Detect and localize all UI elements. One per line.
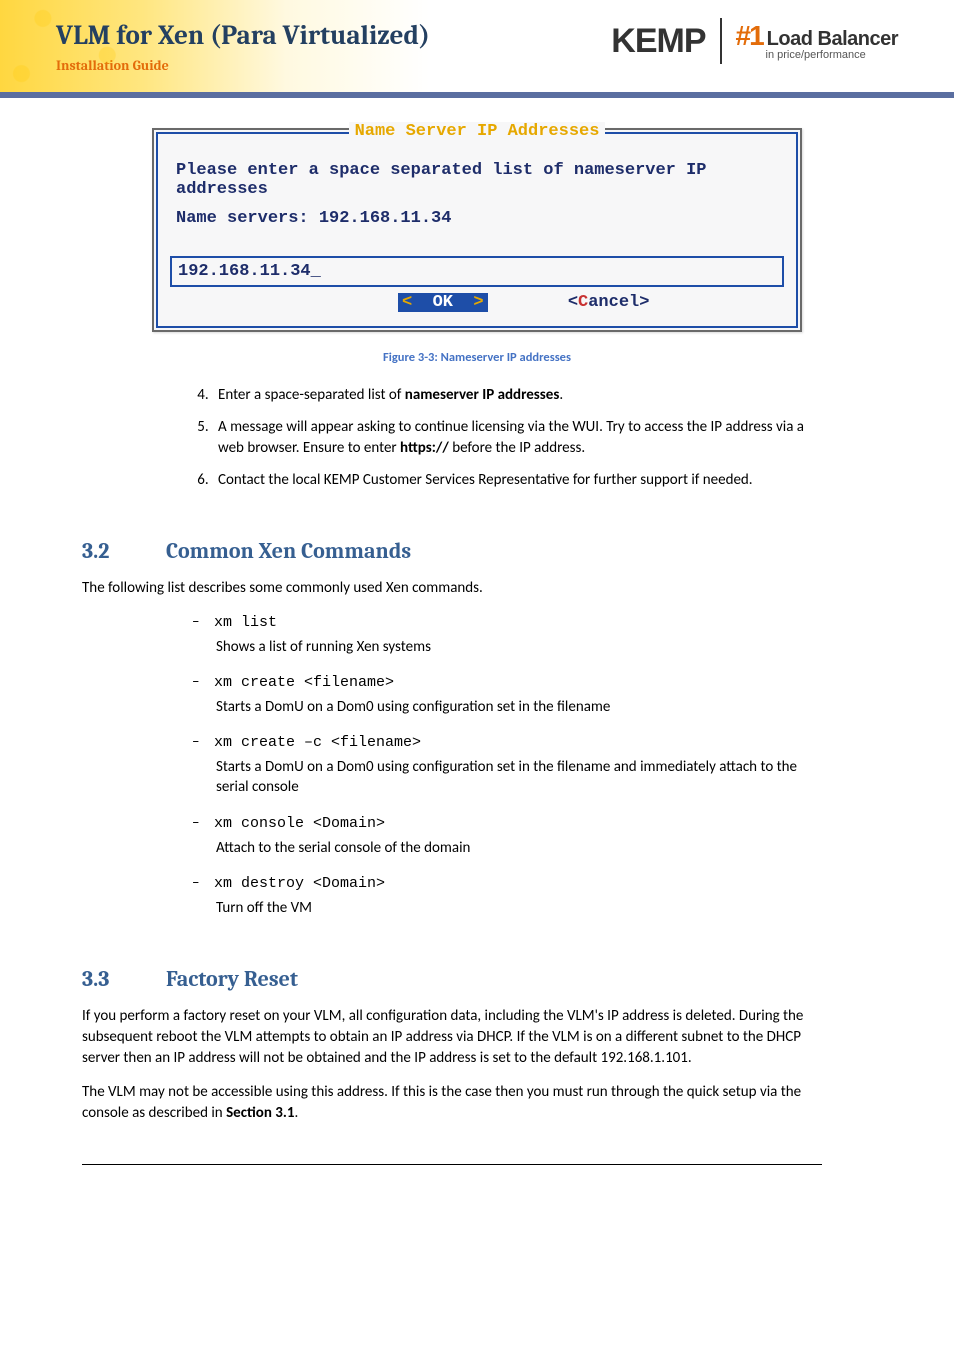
footer-rule xyxy=(82,1164,822,1165)
terminal-prompt: Please enter a space separated list of n… xyxy=(176,161,778,199)
terminal-label: Name servers: 192.168.11.34 xyxy=(176,209,778,228)
step-item: Contact the local KEMP Customer Services… xyxy=(212,470,822,490)
list-dash: – xyxy=(192,814,214,832)
command-item: –xm create <filename> Starts a DomU on a … xyxy=(192,673,822,717)
command-description: Starts a DomU on a Dom0 using configurat… xyxy=(216,697,822,717)
figure-caption: Figure 3-3: Nameserver IP addresses xyxy=(82,350,872,365)
cancel-button[interactable]: <Cancel> xyxy=(568,293,650,312)
section-3-3-p1: If you perform a factory reset on your V… xyxy=(82,1006,822,1068)
list-dash: – xyxy=(192,673,214,691)
page-content: Name Server IP Addresses Please enter a … xyxy=(0,98,954,1205)
command-code: xm create –c <filename> xyxy=(214,734,421,751)
steps-list: Enter a space-separated list of nameserv… xyxy=(212,385,822,490)
section-3-3-p2: The VLM may not be accessible using this… xyxy=(82,1082,822,1123)
section-title: Factory Reset xyxy=(166,966,298,992)
command-item: –xm console <Domain> Attach to the serial… xyxy=(192,814,822,858)
list-dash: – xyxy=(192,613,214,631)
command-code: xm list xyxy=(214,614,277,631)
command-description: Attach to the serial console of the doma… xyxy=(216,838,822,858)
section-3-3-heading: 3.3Factory Reset xyxy=(82,966,872,992)
header-logos: KEMP #1 Load Balancer in price/performan… xyxy=(611,18,898,64)
command-description: Turn off the VM xyxy=(216,898,822,918)
hash-one-icon: #1 xyxy=(736,22,763,50)
nameserver-input[interactable]: 192.168.11.34_ xyxy=(170,256,784,287)
command-code: xm destroy <Domain> xyxy=(214,875,385,892)
list-dash: – xyxy=(192,874,214,892)
ok-button[interactable]: < OK > xyxy=(398,293,488,312)
terminal-title: Name Server IP Addresses xyxy=(349,122,606,141)
section-3-2-intro: The following list describes some common… xyxy=(82,578,822,599)
list-dash: – xyxy=(192,733,214,751)
section-title: Common Xen Commands xyxy=(166,538,411,564)
kemp-logo: KEMP xyxy=(611,22,705,61)
command-description: Starts a DomU on a Dom0 using configurat… xyxy=(216,757,822,798)
command-item: –xm destroy <Domain> Turn off the VM xyxy=(192,874,822,918)
load-balancer-text: Load Balancer xyxy=(767,29,898,49)
section-number: 3.3 xyxy=(82,966,166,992)
command-code: xm create <filename> xyxy=(214,674,394,691)
command-code: xm console <Domain> xyxy=(214,815,385,832)
step-item: Enter a space-separated list of nameserv… xyxy=(212,385,822,405)
load-balancer-logo: #1 Load Balancer in price/performance xyxy=(736,22,898,61)
logo-divider xyxy=(720,18,722,64)
section-number: 3.2 xyxy=(82,538,166,564)
command-list: –xm listShows a list of running Xen syst… xyxy=(192,613,822,919)
command-item: –xm create –c <filename> Starts a DomU on… xyxy=(192,733,822,798)
command-item: –xm list Shows a list of running Xen syst… xyxy=(192,613,822,657)
step-item: A message will appear asking to continue… xyxy=(212,417,822,458)
load-balancer-subtext: in price/performance xyxy=(766,50,898,61)
terminal-screenshot: Name Server IP Addresses Please enter a … xyxy=(152,128,802,332)
page-header: VLM for Xen (Para Virtualized) Installat… xyxy=(0,0,954,98)
command-description: Shows a list of running Xen systems xyxy=(216,637,822,657)
section-3-2-heading: 3.2Common Xen Commands xyxy=(82,538,872,564)
